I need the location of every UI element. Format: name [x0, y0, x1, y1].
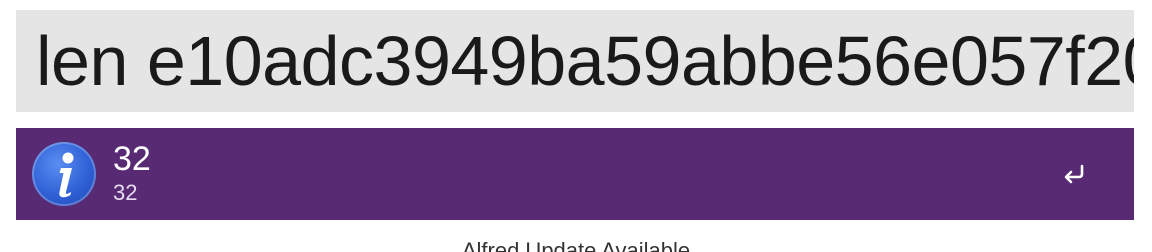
- update-available-notice[interactable]: Alfred Update Available: [0, 238, 1152, 252]
- info-icon: [32, 142, 96, 206]
- search-bar[interactable]: len e10adc3949ba59abbe56e057f20f883e: [16, 10, 1134, 112]
- result-item[interactable]: 32 32: [16, 128, 1134, 220]
- alfred-launcher: len e10adc3949ba59abbe56e057f20f883e 32 …: [0, 0, 1152, 252]
- search-input[interactable]: len e10adc3949ba59abbe56e057f20f883e: [36, 26, 1134, 96]
- info-glyph: [59, 152, 74, 198]
- return-icon: [1064, 164, 1084, 184]
- result-title: 32: [113, 140, 151, 178]
- result-subtitle: 32: [113, 180, 138, 205]
